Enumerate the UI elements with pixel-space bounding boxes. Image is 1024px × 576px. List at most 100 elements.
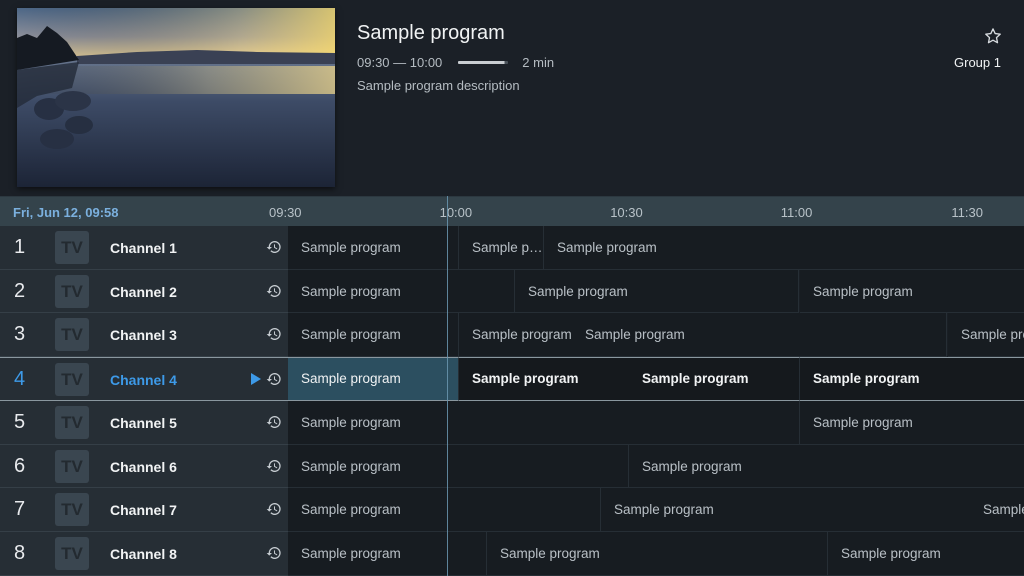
program-list: Sample programSample programSample progr… [288, 532, 1024, 576]
history-icon[interactable] [266, 283, 282, 299]
channel-logo: TV [55, 275, 89, 308]
channel-name: Channel 5 [110, 415, 177, 431]
channel-number: 4 [14, 368, 26, 390]
program-cell[interactable]: Sample program [288, 532, 487, 576]
channel-info[interactable]: 1 TV Channel 1 [0, 226, 288, 270]
channel-number: 1 [14, 236, 26, 258]
channel-logo: TV [55, 537, 89, 570]
channel-number: 6 [14, 455, 26, 477]
channel-info[interactable]: 7 TV Channel 7 [0, 488, 288, 532]
program-cell[interactable]: Sample program [288, 401, 800, 445]
program-cell[interactable]: Sample program [459, 226, 544, 270]
program-cell[interactable]: Sample program [800, 401, 1024, 445]
channel-row[interactable]: 5 TV Channel 5 Sample program Sample program [0, 401, 1024, 445]
program-title: Sample program [357, 22, 505, 44]
channel-logo: TV [55, 406, 89, 439]
channel-info[interactable]: 4 TV Channel 4 [0, 357, 288, 401]
program-thumbnail [17, 8, 335, 187]
channel-info[interactable]: 3 TV Channel 3 [0, 313, 288, 357]
channel-name: Channel 3 [110, 327, 177, 343]
program-cell[interactable]: Sample program [288, 313, 459, 357]
star-outline-icon[interactable] [983, 26, 1003, 46]
channel-logo: TV [55, 318, 89, 351]
channel-row[interactable]: 6 TV Channel 6 Sample program Sample program [0, 445, 1024, 488]
current-time-indicator [447, 196, 448, 576]
channel-row[interactable]: 8 TV Channel 8 Sample program Sample program… [0, 532, 1024, 576]
program-cell[interactable]: Sample program [800, 270, 1024, 313]
channel-row[interactable]: 2 TV Channel 2 Sample program Sample program… [0, 270, 1024, 313]
program-list: Sample program Sample program [288, 401, 1024, 445]
time-tick: 09:30 [269, 205, 302, 220]
program-info-panel: Sample program 09:30 — 10:00 2 min Sampl… [0, 0, 1024, 196]
current-datetime: Fri, Jun 12, 09:58 [13, 205, 119, 220]
program-list: Sample programSample programSample progr… [288, 488, 1024, 532]
program-cell[interactable]: Sample program [828, 532, 1024, 576]
group-label[interactable]: Group 1 [954, 55, 1001, 70]
channel-logo: TV [55, 231, 89, 264]
history-icon[interactable] [266, 326, 282, 342]
play-icon[interactable] [251, 373, 261, 385]
timeline-header: Fri, Jun 12, 09:58 09:30 10:00 10:30 11:00 1… [0, 196, 1024, 227]
channel-row[interactable]: 3 TV Channel 3 Sample program Sample program… [0, 313, 1024, 357]
history-icon[interactable] [266, 414, 282, 430]
channel-info[interactable]: 6 TV Channel 6 [0, 445, 288, 488]
channel-info[interactable]: 5 TV Channel 5 [0, 401, 288, 445]
program-cell[interactable]: Sample program [459, 357, 630, 401]
channel-name: Channel 2 [110, 284, 177, 300]
program-cell[interactable]: Sample program [288, 488, 601, 532]
program-cell[interactable]: Sample program [288, 226, 459, 270]
channel-name: Channel 1 [110, 240, 177, 256]
program-progress-bar [458, 61, 509, 64]
channel-number: 5 [14, 411, 26, 433]
channel-row[interactable]: 7 TV Channel 7 Sample program Sample program… [0, 488, 1024, 532]
program-cell[interactable]: Sample program [800, 357, 1024, 401]
history-icon[interactable] [266, 371, 282, 387]
program-cell[interactable]: Sample program [572, 313, 947, 357]
program-guide-grid: 1TVChannel 1Sample programSample program… [0, 226, 1024, 576]
channel-number: 8 [14, 542, 26, 564]
channel-info[interactable]: 8 TV Channel 8 [0, 532, 288, 576]
program-list: Sample programSample programSample progr… [288, 226, 1024, 270]
program-cell[interactable]: Sample program [487, 532, 828, 576]
channel-name: Channel 8 [110, 546, 177, 562]
lake-sunset-image [17, 8, 335, 187]
channel-logo: TV [55, 450, 89, 483]
program-time-range: 09:30 — 10:00 [357, 55, 443, 70]
program-cell[interactable]: Sample program [544, 226, 1024, 270]
program-cell[interactable]: Sample program [970, 488, 1024, 532]
program-cell[interactable]: Sample program [948, 313, 1024, 357]
program-list: Sample programSample programSample progr… [288, 270, 1024, 313]
channel-row[interactable]: 4 TV Channel 4 Sample program Sample program… [0, 357, 1024, 401]
history-icon[interactable] [266, 458, 282, 474]
program-list: Sample programSample programSample progr… [288, 313, 1024, 357]
channel-number: 7 [14, 498, 26, 520]
channel-name: Channel 4 [110, 372, 177, 388]
program-cell[interactable]: Sample program [629, 445, 1024, 488]
time-tick: 11:00 [780, 205, 813, 220]
program-time-row: 09:30 — 10:00 2 min [357, 55, 554, 70]
program-cell[interactable]: Sample program [459, 313, 573, 357]
channel-number: 2 [14, 280, 26, 302]
program-list: Sample program Sample program [288, 445, 1024, 488]
program-cell[interactable]: Sample program [601, 488, 971, 532]
program-cell[interactable]: Sample program [629, 357, 800, 401]
channel-row[interactable]: 1TVChannel 1Sample programSample program… [0, 226, 1024, 270]
channel-logo: TV [55, 363, 89, 396]
time-tick: 10:30 [610, 205, 643, 220]
program-list: Sample programSample programSample progr… [288, 357, 1024, 401]
history-icon[interactable] [266, 501, 282, 517]
time-tick: 10:00 [439, 205, 473, 220]
program-cell[interactable]: Sample program [288, 357, 459, 401]
time-tick: 11:30 [951, 205, 983, 220]
channel-name: Channel 7 [110, 502, 177, 518]
channel-info[interactable]: 2 TV Channel 2 [0, 270, 288, 313]
channel-logo: TV [55, 493, 89, 526]
program-cell[interactable]: Sample program [288, 270, 515, 313]
program-cell[interactable]: Sample program [515, 270, 799, 313]
channel-name: Channel 6 [110, 459, 177, 475]
program-cell[interactable]: Sample program [288, 445, 629, 488]
history-icon[interactable] [266, 239, 282, 255]
channel-number: 3 [14, 323, 26, 345]
history-icon[interactable] [266, 545, 282, 561]
program-description: Sample program description [357, 78, 520, 93]
